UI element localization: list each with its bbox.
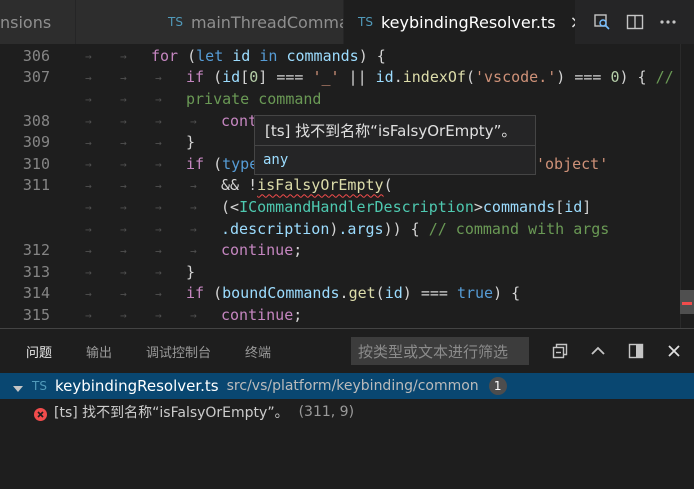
hover-message: [ts] 找不到名称“isFalsyOrEmpty”。 — [255, 116, 535, 146]
ts-file-icon: TS — [168, 15, 183, 29]
hover-type: any — [263, 152, 289, 168]
tab-problems[interactable]: 问题 — [26, 329, 52, 373]
problem-location: (311, 9) — [298, 404, 355, 420]
error-squiggle: isFalsyOrEmpty — [257, 176, 384, 195]
problem-file-name: keybindingResolver.ts — [54, 377, 219, 395]
tab-label: keybindingResolver.ts — [380, 12, 556, 32]
tab-output[interactable]: 输出 — [86, 329, 112, 373]
problem-message: [ts] 找不到名称“isFalsyOrEmpty”。 — [54, 405, 289, 421]
hover-tooltip: [ts] 找不到名称“isFalsyOrEmpty”。 any — [254, 115, 536, 175]
editor-scrollbar[interactable] — [680, 44, 694, 328]
chevron-up-icon[interactable] — [588, 341, 608, 361]
ts-file-icon: TS — [358, 15, 373, 29]
code-line: 315 continue; — [0, 304, 694, 326]
line-number: 311 — [22, 176, 50, 195]
split-editor-icon[interactable] — [624, 11, 646, 33]
problem-file-path: src/vs/platform/keybinding/common — [226, 378, 479, 394]
code-line: .description).args)) { // command with a… — [221, 219, 610, 238]
tab-extensions[interactable]: nsions — [0, 0, 76, 44]
code-line: 314 if (boundCommands.get(id) === true) … — [0, 283, 694, 305]
toggle-panel-position-icon[interactable] — [626, 341, 646, 361]
editor-tab-bar: nsions TS mainThreadCommands.ts TS keybi… — [0, 0, 694, 44]
code-line: (<ICommandHandlerDescription>commands[id… — [221, 197, 592, 216]
open-changes-icon[interactable] — [591, 11, 613, 33]
collapse-all-icon[interactable] — [550, 341, 570, 361]
panel-header: 问题 输出 调试控制台 终端 按类型或文本进行筛选 — [0, 329, 694, 373]
tab-label: nsions — [0, 12, 52, 32]
tab-label: mainThreadCommands.ts — [190, 12, 344, 32]
chevron-down-icon[interactable] — [12, 380, 24, 392]
editor-actions — [576, 0, 694, 44]
code-line: 307 if (id[0] === '_' || id.indexOf('vsc… — [0, 67, 694, 89]
line-number: 312 — [22, 241, 50, 260]
problems-panel: 问题 输出 调试控制台 终端 按类型或文本进行筛选 TS keybindingR… — [0, 328, 694, 489]
code-line: private command — [186, 89, 322, 108]
line-number: 313 — [22, 262, 50, 281]
problem-file-row[interactable]: TS keybindingResolver.ts src/vs/platform… — [0, 373, 694, 399]
tab-terminal[interactable]: 终端 — [245, 329, 271, 373]
line-number: 314 — [22, 284, 50, 303]
code-line: 311 && !isFalsyOrEmpty( — [0, 175, 694, 197]
code-line: 313 } — [0, 261, 694, 283]
line-number: 308 — [22, 111, 50, 130]
ts-file-icon: TS — [32, 379, 47, 393]
line-number: 306 — [22, 46, 50, 65]
line-number: 307 — [22, 68, 50, 87]
code-editor[interactable]: 306 for (let id in commands) { 307 if (i… — [0, 44, 694, 328]
code-line: 312 continue; — [0, 239, 694, 261]
close-panel-icon[interactable] — [664, 341, 684, 361]
line-number: 310 — [22, 154, 50, 173]
tab-mainthreadcommands[interactable]: TS mainThreadCommands.ts — [76, 0, 344, 44]
scrollbar-error-marker — [682, 302, 692, 305]
line-number: 315 — [22, 305, 50, 324]
problem-row[interactable]: [ts] 找不到名称“isFalsyOrEmpty”。 (311, 9) — [0, 399, 694, 425]
more-actions-icon[interactable] — [657, 11, 679, 33]
filter-input[interactable]: 按类型或文本进行筛选 — [351, 337, 529, 365]
tab-debug-console[interactable]: 调试控制台 — [146, 329, 211, 373]
code-line: 306 for (let id in commands) { — [0, 45, 694, 67]
tab-keybindingresolver[interactable]: TS keybindingResolver.ts × — [344, 0, 576, 44]
error-icon — [34, 406, 47, 421]
line-number: 309 — [22, 133, 50, 152]
problem-count-badge: 1 — [488, 377, 507, 395]
